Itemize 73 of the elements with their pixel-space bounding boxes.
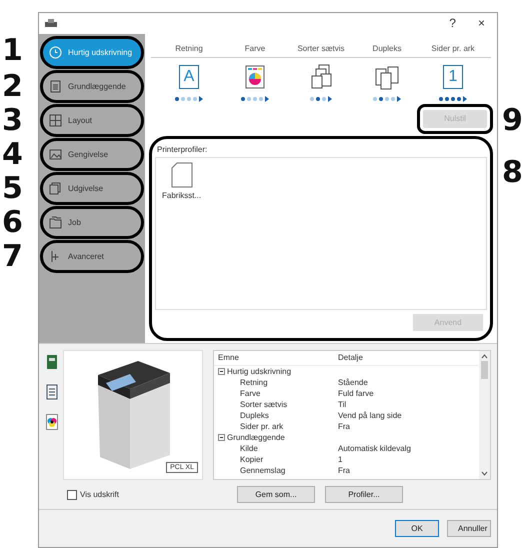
panel-title: Printerprofiler: [156, 144, 208, 156]
sidebar-tab[interactable]: Gengivelse [40, 138, 144, 171]
document-icon [49, 80, 62, 93]
sidebar-tab[interactable]: Udgivelse [40, 172, 144, 205]
table-cell-text: Til [338, 399, 348, 410]
setting-label: Dupleks [372, 44, 402, 53]
collapse-toggle-icon[interactable] [218, 368, 225, 376]
table-cell-text: Sorter sætvis [239, 399, 288, 410]
sidebar-tab[interactable]: Hurtig udskrivning [40, 36, 144, 69]
callout-number: 1 [2, 36, 23, 66]
pages-icon [49, 182, 62, 195]
table-cell-text: Automatisk kildevalg [338, 443, 412, 454]
arrow-icon [328, 96, 332, 102]
collapse-toggle-icon[interactable] [218, 434, 225, 442]
callout-number: 8 [502, 158, 522, 188]
table-cell-text: Retning [239, 377, 269, 388]
callout-number: 6 [2, 208, 23, 238]
sidebar-tab[interactable]: Avanceret [40, 240, 144, 273]
picture-icon [49, 148, 62, 161]
help-button[interactable]: ? [443, 16, 462, 30]
folders-icon [49, 216, 62, 229]
sidebar-tab[interactable]: Job [40, 206, 144, 239]
printer-icon [45, 18, 57, 28]
table-cell-text: 1 [338, 454, 344, 466]
scrollbar-thumb[interactable] [481, 361, 488, 380]
setting-label: Sider pr. ark [430, 44, 476, 53]
table-cell-text: Fra [338, 421, 351, 432]
callout-number: 2 [2, 72, 23, 102]
table-cell-text: Farve [239, 388, 262, 400]
arrow-icon [265, 96, 269, 102]
scroll-down-icon[interactable] [481, 471, 488, 476]
setting-label: Sorter sætvis [296, 44, 346, 53]
callout-number: 7 [2, 242, 23, 272]
cancel-button[interactable]: Annuller [447, 520, 491, 538]
table-cell-text: Vend på lang side [338, 410, 403, 422]
table-cell-text: Fuld farve [338, 388, 375, 400]
scroll-up-icon[interactable] [481, 354, 488, 360]
setting-label: Retning [174, 44, 204, 53]
color-icon[interactable] [46, 414, 58, 430]
sidebar-tab[interactable]: Grundlæggende [40, 70, 144, 103]
close-button[interactable]: × [472, 16, 491, 30]
table-cell-text: Fra [338, 465, 351, 476]
grid-icon [49, 114, 62, 127]
sidebar-tab[interactable]: Layout [40, 104, 144, 137]
setting-label: Farve [244, 44, 266, 53]
column-header: Emne [217, 352, 240, 364]
document-icon [170, 162, 193, 188]
group-name: Hurtig udskrivning [227, 366, 292, 378]
callout-number: 9 [502, 106, 522, 136]
group-name: Grundlæggende [227, 432, 285, 444]
arrow-icon [397, 96, 401, 102]
color-page-icon [245, 64, 265, 89]
ok-button[interactable]: OK [395, 520, 439, 538]
profiles-button[interactable]: Profiler... [325, 486, 403, 504]
callout-number: 5 [2, 174, 23, 204]
callout-number: 3 [2, 106, 23, 136]
column-header: Detalje [338, 352, 364, 364]
save-as-button[interactable]: Gem som... [237, 486, 315, 504]
printer-icon[interactable] [46, 354, 58, 370]
show-print-checkbox[interactable]: Vis udskrift [67, 490, 227, 500]
table-cell-text: Sider pr. ark [239, 421, 284, 432]
document-icon[interactable] [46, 384, 58, 400]
arrow-icon [199, 96, 203, 102]
profile-item[interactable]: Fabriksst... [162, 162, 202, 200]
table-cell-text: Kopier [239, 454, 264, 466]
clock-icon [49, 46, 62, 59]
table-cell-text: Stående [338, 377, 369, 388]
duplex-pages-icon [374, 64, 400, 90]
table-cell-text: Gennemslag [239, 465, 286, 476]
table-cell-text: Dupleks [239, 410, 270, 422]
table-cell-text: Kilde [239, 443, 259, 454]
stacked-pages-icon [309, 64, 333, 90]
callout-number: 4 [2, 140, 23, 170]
